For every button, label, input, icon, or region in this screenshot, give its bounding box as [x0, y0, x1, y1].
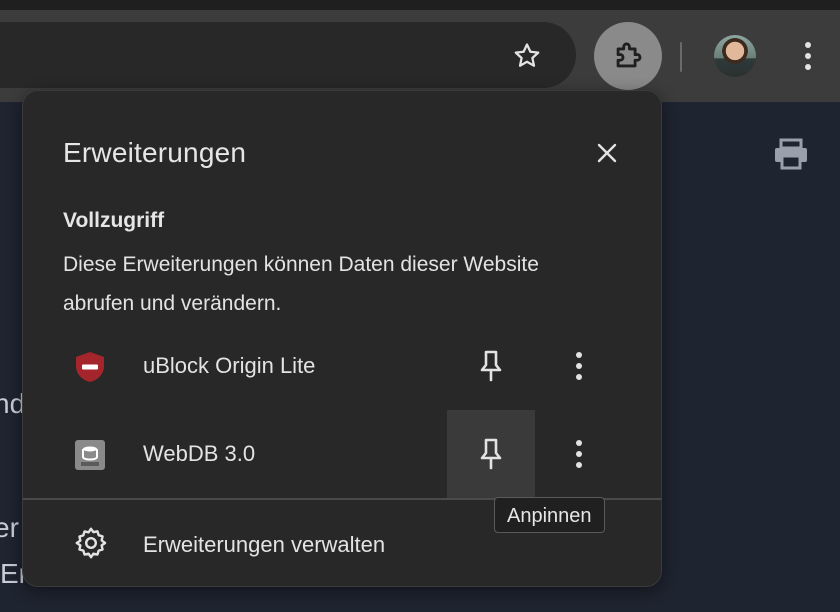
gear-icon [73, 525, 109, 561]
pin-tooltip: Anpinnen [494, 497, 605, 533]
more-vert-icon [576, 440, 582, 468]
browser-menu-button[interactable] [788, 36, 828, 76]
extension-name: WebDB 3.0 [143, 441, 256, 466]
extensions-button[interactable] [594, 22, 662, 90]
pin-button[interactable] [447, 410, 535, 498]
bookmark-star-icon[interactable] [507, 36, 547, 76]
puzzle-icon [616, 42, 642, 68]
toolbar-divider [680, 42, 682, 72]
manage-extensions-label: Erweiterungen verwalten [143, 532, 386, 557]
close-icon [597, 143, 617, 163]
extension-name: uBlock Origin Lite [143, 353, 316, 378]
more-vert-icon [805, 42, 811, 70]
section-description: Diese Erweiterungen können Daten dieser … [63, 253, 539, 315]
extension-row-webdb[interactable]: WebDB 3.0 [23, 410, 663, 498]
pin-button[interactable] [447, 322, 535, 410]
webdb-icon [73, 438, 107, 472]
more-vert-icon [576, 352, 582, 380]
extension-more-button[interactable] [559, 346, 599, 386]
section-heading-full-access: Vollzugriff [63, 209, 165, 232]
pin-icon [480, 350, 502, 382]
extension-row-ublock[interactable]: uBlock Origin Lite [23, 322, 663, 410]
window-top-strip [0, 0, 840, 10]
popup-title: Erweiterungen [63, 137, 247, 168]
print-icon[interactable] [772, 136, 810, 172]
ublock-shield-icon [73, 350, 107, 384]
profile-avatar[interactable] [714, 35, 756, 77]
extension-more-button[interactable] [559, 434, 599, 474]
close-button[interactable] [589, 135, 625, 171]
address-bar[interactable] [0, 22, 576, 88]
pin-icon [480, 438, 502, 470]
background-text-fragment: er [0, 512, 19, 543]
